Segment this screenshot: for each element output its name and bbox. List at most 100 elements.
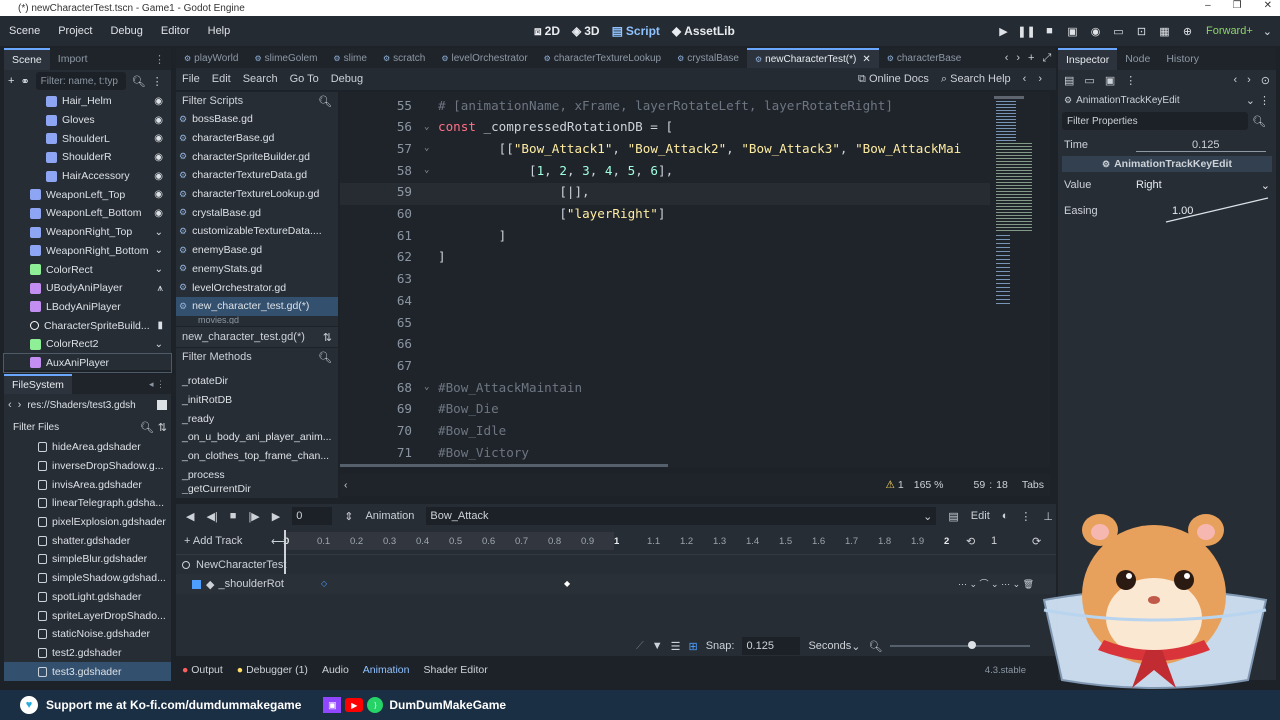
- scene-tree-item[interactable]: AuxAniPlayer: [3, 352, 172, 374]
- new-resource-icon[interactable]: ▤: [1064, 74, 1074, 87]
- scene-tree-item[interactable]: LBodyAniPlayer: [4, 298, 171, 317]
- sort-icon[interactable]: ⇅: [323, 331, 332, 344]
- method-list-item[interactable]: _on_u_body_ani_player_anim...: [176, 428, 338, 447]
- method-list-item[interactable]: _getCurrentDir: [176, 484, 338, 494]
- split-view-icon[interactable]: [157, 400, 167, 410]
- stop-icon[interactable]: ■: [230, 510, 237, 522]
- script-menu-debug[interactable]: Debug: [325, 73, 369, 85]
- script-list-item[interactable]: ⚙ new_character_test.gd(*): [176, 296, 338, 316]
- filter-icon[interactable]: ▼: [652, 640, 663, 652]
- script-list-item[interactable]: ⚙ enemyBase.gd: [176, 241, 338, 260]
- filesystem-menu-icon[interactable]: ◂ ⋮: [149, 379, 165, 390]
- filesystem-path[interactable]: res://Shaders/test3.gdsh: [27, 400, 135, 411]
- play-icon[interactable]: ▶: [272, 510, 280, 523]
- methods-filter-input[interactable]: Filter Methods: [182, 351, 252, 363]
- timeline-ruler[interactable]: 0 0.1 0.2 0.3 0.4 0.5 0.6 0.7 0.8 0.9 1 1.1 1.2 1.3 1.…: [284, 530, 949, 582]
- visibility-icon[interactable]: ◉: [154, 96, 163, 107]
- tab-animation[interactable]: Animation: [363, 664, 410, 676]
- file-item[interactable]: simpleBlur.gdshader: [4, 550, 171, 569]
- tab-debugger[interactable]: ● Debugger (1): [237, 664, 308, 676]
- script-menu-edit[interactable]: Edit: [206, 73, 237, 85]
- easing-curve[interactable]: [1162, 196, 1272, 226]
- pause-icon[interactable]: ❚❚: [1016, 25, 1037, 38]
- script-menu-search[interactable]: Search: [237, 73, 284, 85]
- fold-arrow-icon[interactable]: ⌄: [424, 165, 429, 175]
- script-list-item[interactable]: ⚙ customizableTextureData....: [176, 222, 338, 241]
- script-tab[interactable]: ⚙ levelOrchestrator: [433, 48, 535, 68]
- close-tab-icon[interactable]: ✕: [862, 54, 870, 65]
- add-node-icon[interactable]: +: [8, 75, 14, 87]
- anim-menu-icon[interactable]: ⋮: [1020, 510, 1031, 523]
- scene-tree-item[interactable]: WeaponLeft_Bottom ◉: [4, 204, 171, 223]
- scene-tree-item[interactable]: Gloves ◉: [4, 111, 171, 130]
- snap-icon[interactable]: ⊞: [688, 640, 697, 653]
- tab-inspector[interactable]: Inspector: [1058, 48, 1118, 70]
- track-options-icon[interactable]: ⋯ ⌄ ⌒ ⌄ ⋯ ⌄ 🗑︎: [958, 577, 1034, 590]
- kofi-link[interactable]: Support me at Ko-fi.com/dumdummakegame: [46, 698, 301, 712]
- tab-history[interactable]: History: [1158, 48, 1207, 70]
- script-tab[interactable]: ⚙ newCharacterTest(*) ✕: [746, 48, 879, 68]
- history-back-icon[interactable]: ‹: [1233, 74, 1237, 86]
- scene-tree-item[interactable]: Hair_Helm ◉: [4, 92, 171, 111]
- script-filter-input[interactable]: Filter Scripts: [182, 95, 243, 107]
- add-tab-icon[interactable]: +: [1028, 52, 1034, 64]
- horizontal-scrollbar[interactable]: [340, 464, 668, 467]
- play-custom-icon[interactable]: ⊡: [1131, 25, 1152, 38]
- method-list-item[interactable]: _process: [176, 465, 338, 484]
- file-item[interactable]: hideArea.gdshader: [4, 438, 171, 457]
- menu-debug[interactable]: Debug: [101, 25, 151, 37]
- tab-audio[interactable]: Audio: [322, 664, 349, 676]
- play-backwards-from-end-icon[interactable]: ◀|: [206, 510, 217, 523]
- collapse-icon[interactable]: ⌄: [155, 245, 163, 256]
- play-from-start-icon[interactable]: |▶: [248, 510, 259, 523]
- animation-tools-icon[interactable]: ▤: [948, 510, 958, 523]
- movie-icon[interactable]: ◉: [1085, 25, 1106, 38]
- keyframe-selected[interactable]: ◇: [321, 579, 327, 588]
- script-list-item[interactable]: ⚙ characterTextureData.gd: [176, 166, 338, 185]
- script-list-item[interactable]: ⚙ characterBase.gd: [176, 129, 338, 148]
- script-menu-file[interactable]: File: [176, 73, 206, 85]
- code-line[interactable]: 56 ⌄ const _compressedRotationDB = [: [340, 116, 990, 138]
- back-icon[interactable]: ‹: [8, 399, 12, 411]
- file-item[interactable]: inverseDropShadow.g...: [4, 457, 171, 476]
- code-line[interactable]: 57 ⌄ [["Bow_Attack1", "Bow_Attack2", "Bow…: [340, 137, 990, 159]
- object-history-icon[interactable]: ⊙: [1261, 74, 1270, 87]
- code-line[interactable]: 62]: [340, 246, 990, 268]
- tab-shader-editor[interactable]: Shader Editor: [424, 664, 488, 676]
- method-list-item[interactable]: _rotateDir: [176, 372, 338, 391]
- file-item[interactable]: spotLight.gdshader: [4, 588, 171, 607]
- warning-count[interactable]: 1: [898, 479, 904, 491]
- scene-tree-item[interactable]: ColorRect ⌄: [4, 260, 171, 279]
- keyframe[interactable]: ◆: [564, 579, 570, 588]
- code-line[interactable]: 64: [340, 289, 990, 311]
- visibility-icon[interactable]: ◉: [154, 208, 163, 219]
- zoom-level[interactable]: 165 %: [914, 479, 944, 491]
- scene-tree-item[interactable]: ColorRect2 ⌄: [4, 335, 171, 354]
- stop-icon[interactable]: ■: [1039, 25, 1060, 37]
- method-list-item[interactable]: _ready: [176, 409, 338, 428]
- scene-tree-item[interactable]: CharacterSpriteBuild... ▮: [4, 316, 171, 335]
- script-list-item[interactable]: ⚙ crystalBase.gd: [176, 203, 338, 222]
- open-folder-icon[interactable]: ▭: [1084, 74, 1094, 87]
- renderer-selector[interactable]: Forward+: [1206, 25, 1253, 37]
- tab-filesystem[interactable]: FileSystem: [4, 374, 72, 394]
- toggle-scripts-icon[interactable]: ‹: [340, 479, 348, 491]
- object-menu-icon[interactable]: ⋮: [1259, 94, 1270, 107]
- animation-selector[interactable]: Bow_Attack ⌄: [426, 507, 937, 525]
- collapse-icon[interactable]: ⌄: [155, 264, 163, 275]
- menu-help[interactable]: Help: [199, 25, 240, 37]
- code-line[interactable]: 67: [340, 354, 990, 376]
- files-filter-input[interactable]: Filter Files: [8, 418, 136, 436]
- menu-editor[interactable]: Editor: [152, 25, 199, 37]
- code-line[interactable]: 70 #Bow_Idle: [340, 420, 990, 442]
- indent-mode[interactable]: Tabs: [1022, 479, 1044, 491]
- close-button[interactable]: ✕: [1264, 0, 1272, 11]
- script-tab[interactable]: ⚙ crystalBase: [669, 48, 747, 68]
- sort-icon[interactable]: ⇅: [158, 421, 167, 434]
- zoom-slider[interactable]: [890, 641, 1031, 649]
- deploy-icon[interactable]: ⊕: [1177, 25, 1198, 38]
- visibility-icon[interactable]: ◉: [154, 115, 163, 126]
- properties-filter-input[interactable]: Filter Properties: [1062, 112, 1248, 130]
- tab-prev-icon[interactable]: ‹: [1005, 52, 1009, 64]
- mode-assetlib-button[interactable]: ◆ AssetLib: [666, 24, 741, 38]
